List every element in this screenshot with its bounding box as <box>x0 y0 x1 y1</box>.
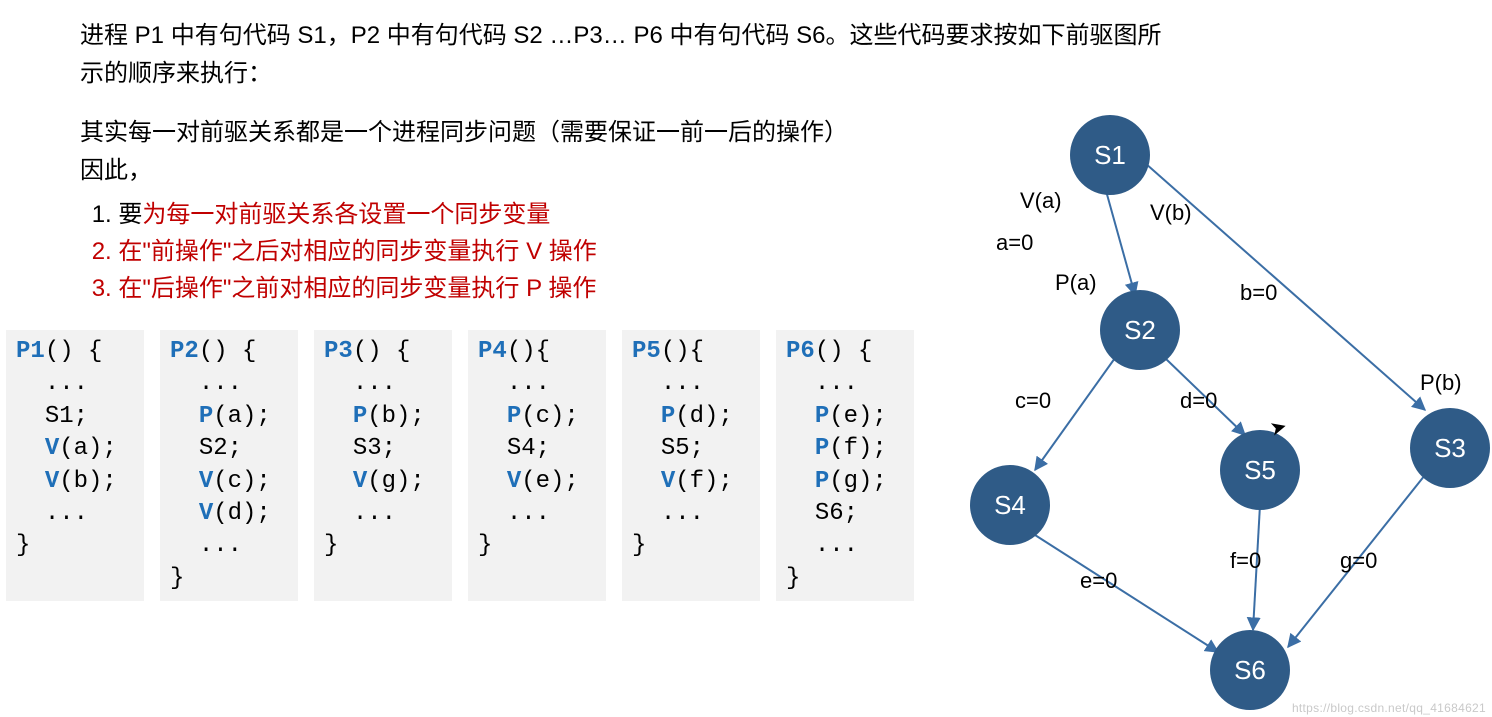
p5-l3: (d); <box>675 403 733 430</box>
p6-l3: (e); <box>829 403 887 430</box>
p5-op1: P <box>661 403 675 430</box>
p1-l1: () { <box>45 338 103 365</box>
edge-label-a0: a=0 <box>996 230 1033 256</box>
node-s5: S5 <box>1220 430 1300 510</box>
p4-fn: P4 <box>478 338 507 365</box>
p2-op1: P <box>199 403 213 430</box>
edge-label-e0: e=0 <box>1080 568 1117 594</box>
p6-l7: ... <box>815 532 858 559</box>
code-row: P1() { ... S1; V(a); V(b); ... } P2() { … <box>6 330 914 601</box>
p6-l4: (f); <box>829 435 887 462</box>
edge-label-b0: b=0 <box>1240 280 1277 306</box>
p5-fn: P5 <box>632 338 661 365</box>
p2-l7: ... <box>199 532 242 559</box>
p3-l3: (b); <box>367 403 425 430</box>
node-s3: S3 <box>1410 408 1490 488</box>
p4-l3: (c); <box>521 403 579 430</box>
p2-l4: S2; <box>199 435 242 462</box>
p1-l6: ... <box>45 500 88 527</box>
p2-op2: V <box>199 468 213 495</box>
edge-label-pb: P(b) <box>1420 370 1462 396</box>
p5-l2: ... <box>661 370 704 397</box>
node-s6: S6 <box>1210 630 1290 710</box>
node-s2: S2 <box>1100 290 1180 370</box>
p4-op2: V <box>507 468 521 495</box>
edge-label-d0: d=0 <box>1180 388 1217 414</box>
intro-li-1-red: 为每一对前驱关系各设置一个同步变量 <box>142 201 550 228</box>
code-p1: P1() { ... S1; V(a); V(b); ... } <box>6 330 144 601</box>
p2-l2: ... <box>199 370 242 397</box>
p3-l4: S3; <box>353 435 396 462</box>
p3-l1: () { <box>353 338 411 365</box>
p1-l4: (a); <box>59 435 117 462</box>
code-p3: P3() { ... P(b); S3; V(g); ... } <box>314 330 452 601</box>
edge-label-g0: g=0 <box>1340 548 1377 574</box>
p6-fn: P6 <box>786 338 815 365</box>
p5-l7: } <box>632 532 646 559</box>
p3-l5: (g); <box>367 468 425 495</box>
p3-l6: ... <box>353 500 396 527</box>
p3-op1: P <box>353 403 367 430</box>
edge-label-vb: V(b) <box>1150 200 1192 226</box>
p6-l2: ... <box>815 370 858 397</box>
code-p4: P4(){ ... P(c); S4; V(e); ... } <box>468 330 606 601</box>
p4-op1: P <box>507 403 521 430</box>
p4-l6: ... <box>507 500 550 527</box>
edge-label-c0: c=0 <box>1015 388 1051 414</box>
p3-l2: ... <box>353 370 396 397</box>
p4-l1: (){ <box>507 338 550 365</box>
edge-label-f0: f=0 <box>1230 548 1261 574</box>
p1-l2: ... <box>45 370 88 397</box>
p6-op1: P <box>815 403 829 430</box>
p2-l8: } <box>170 565 184 592</box>
code-p2: P2() { ... P(a); S2; V(c); V(d); ... } <box>160 330 298 601</box>
p5-l1: (){ <box>661 338 704 365</box>
p4-l5: (e); <box>521 468 579 495</box>
watermark-text: https://blog.csdn.net/qq_41684621 <box>1292 701 1486 715</box>
precedence-graph: S1 S2 S3 S4 S5 S6 V(a) V(b) a=0 P(a) b=0… <box>940 100 1492 717</box>
code-p5: P5(){ ... P(d); S5; V(f); ... } <box>622 330 760 601</box>
code-p6: P6() { ... P(e); P(f); P(g); S6; ... } <box>776 330 914 601</box>
p6-op2: P <box>815 435 829 462</box>
p1-l5: (b); <box>59 468 117 495</box>
p2-l3: (a); <box>213 403 271 430</box>
edge-label-va: V(a) <box>1020 188 1062 214</box>
page-root: 进程 P1 中有句代码 S1，P2 中有句代码 S2 …P3… P6 中有句代码… <box>0 0 1492 717</box>
p3-op2: V <box>353 468 367 495</box>
p1-op2: V <box>45 468 59 495</box>
p2-op3: V <box>199 500 213 527</box>
p5-op2: V <box>661 468 675 495</box>
p5-l4: S5; <box>661 435 704 462</box>
p4-l7: } <box>478 532 492 559</box>
node-s4: S4 <box>970 465 1050 545</box>
p3-fn: P3 <box>324 338 353 365</box>
p1-op1: V <box>45 435 59 462</box>
intro-line-2: 示的顺序来执行： <box>80 58 1492 90</box>
p5-l5: (f); <box>675 468 733 495</box>
p6-l5: (g); <box>829 468 887 495</box>
p2-fn: P2 <box>170 338 199 365</box>
p2-l6: (d); <box>213 500 271 527</box>
p6-op3: P <box>815 468 829 495</box>
intro-li-1-black: 要 <box>118 201 142 228</box>
p6-l6: S6; <box>815 500 858 527</box>
p4-l2: ... <box>507 370 550 397</box>
p1-l7: } <box>16 532 30 559</box>
p5-l6: ... <box>661 500 704 527</box>
p1-fn: P1 <box>16 338 45 365</box>
p3-l7: } <box>324 532 338 559</box>
p6-l1: () { <box>815 338 873 365</box>
node-s1: S1 <box>1070 115 1150 195</box>
intro-line-1: 进程 P1 中有句代码 S1，P2 中有句代码 S2 …P3… P6 中有句代码… <box>80 20 1492 52</box>
p4-l4: S4; <box>507 435 550 462</box>
p6-l8: } <box>786 565 800 592</box>
p2-l1: () { <box>199 338 257 365</box>
edge-label-pa: P(a) <box>1055 270 1097 296</box>
p1-l3: S1; <box>45 403 88 430</box>
p2-l5: (c); <box>213 468 271 495</box>
